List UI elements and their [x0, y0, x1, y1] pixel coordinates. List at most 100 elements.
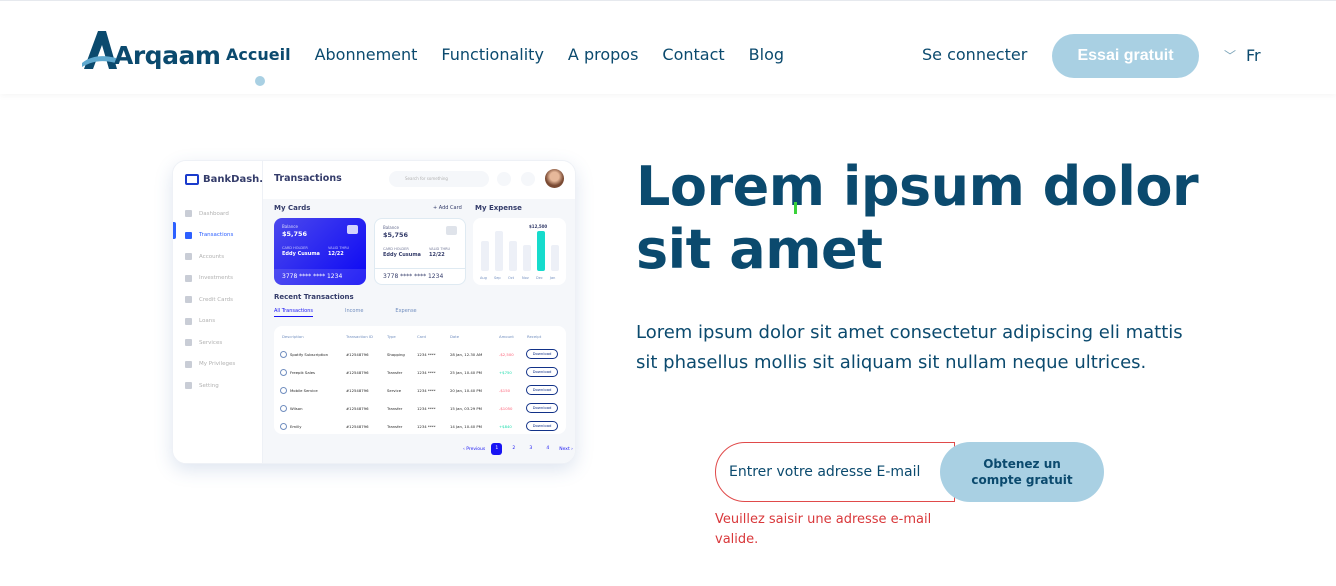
cell-date: 20 Jan, 10.40 PM — [450, 388, 482, 393]
cell-type: Transfer — [387, 406, 403, 411]
transaction-icon — [280, 423, 287, 430]
cell-type: Transfer — [387, 424, 403, 429]
dashboard-sidebar: BankDash. Dashboard Transactions Account… — [173, 161, 263, 463]
table-row: Emilly #12548796 Transfer 1234 **** 14 Jan, … — [274, 418, 566, 436]
table-row: Mobile Service #12548796 Service 1234 **** 2… — [274, 382, 566, 400]
table-row: Freepik Sales #12548796 Transfer 1234 **** 2… — [274, 364, 566, 382]
tab-income: Income — [345, 308, 364, 314]
download-receipt: Download — [526, 367, 558, 377]
dashboard-title: Transactions — [274, 173, 342, 184]
card-thru: 12/22 — [429, 252, 445, 258]
login-link[interactable]: Se connecter — [922, 43, 1027, 67]
dashboard-illustration: BankDash. Dashboard Transactions Account… — [172, 160, 576, 464]
expense-month-label: Dec — [536, 276, 543, 280]
tools-icon — [185, 339, 192, 347]
pager-page: 3 — [529, 446, 533, 451]
expense-bar — [523, 245, 531, 271]
signup-form: Obtenez un compte gratuit — [715, 442, 1104, 502]
dashboard-menu-item: Dashboard — [185, 203, 235, 225]
nav-item-accueil[interactable]: Accueil — [226, 43, 291, 67]
active-menu-bar — [173, 222, 176, 239]
pager-page: 2 — [512, 446, 516, 451]
site-header: Arqaam Accueil Abonnement Functionality … — [0, 0, 1336, 94]
cell-id: #12548796 — [346, 388, 369, 393]
download-receipt: Download — [526, 349, 558, 359]
card-number: 3778 **** **** 1234 — [274, 269, 366, 285]
cell-type: Service — [387, 388, 402, 393]
dashboard-search: Search for something — [389, 171, 489, 187]
nav-item-blog[interactable]: Blog — [749, 43, 784, 67]
expense-bar — [537, 231, 545, 271]
dashboard-main: Transactions Search for something My Car… — [263, 161, 575, 463]
nav-item-a-propos[interactable]: A propos — [568, 43, 638, 67]
active-nav-indicator — [255, 76, 265, 86]
card-holder-label: CARD HOLDER — [282, 246, 308, 250]
expense-bar — [495, 231, 503, 271]
card-balance-label: Balance — [282, 224, 298, 229]
dashboard-brand: BankDash. — [185, 174, 263, 185]
chip-icon — [347, 225, 358, 234]
nav-item-functionality[interactable]: Functionality — [441, 43, 544, 67]
pager-previous: ‹ Previous — [463, 446, 486, 452]
cell-date: 28 Jan, 12.30 AM — [450, 352, 483, 357]
dashboard-menu-item: Accounts — [185, 246, 235, 268]
card-holder: Eddy Cusuma — [282, 251, 320, 257]
gear-icon — [185, 382, 192, 390]
dashboard-menu-item: Services — [185, 332, 235, 354]
expense-month-label: Oct — [508, 276, 515, 280]
cell-date: 14 Jan, 10.40 PM — [450, 424, 482, 429]
transaction-icon — [280, 369, 287, 376]
cell-card: 1234 **** — [417, 352, 436, 357]
expense-bar — [481, 241, 489, 271]
brand-logo[interactable]: Arqaam — [82, 23, 221, 71]
cell-desc: Wilson — [290, 406, 303, 411]
add-card-label: + Add Card — [433, 205, 462, 211]
transaction-icon — [280, 387, 287, 394]
dashboard-menu-item: Transactions — [185, 225, 235, 247]
card-thru-label: VALID THRU — [328, 246, 350, 250]
cell-card: 1234 **** — [417, 370, 436, 375]
text-cursor — [794, 202, 797, 214]
card-number: 3778 **** **** 1234 — [375, 268, 465, 284]
expense-month-label: Aug — [480, 276, 487, 280]
pager-page: 4 — [546, 446, 550, 451]
cell-desc: Emilly — [290, 424, 302, 429]
cell-card: 1234 **** — [417, 424, 436, 429]
table-header-row: Description Transaction ID Type Card Dat… — [282, 334, 542, 339]
email-input[interactable] — [715, 442, 955, 502]
hero-subtitle: Lorem ipsum dolor sit amet consectetur a… — [636, 322, 1183, 373]
settings-icon — [497, 172, 511, 186]
logo-mark-icon — [82, 31, 117, 69]
transactions-table: Description Transaction ID Type Card Dat… — [274, 326, 566, 434]
my-expense-label: My Expense — [475, 204, 522, 212]
brand-name: Arqaam — [114, 41, 221, 70]
expense-month-label: Nov — [522, 276, 529, 280]
nav-item-abonnement[interactable]: Abonnement — [315, 43, 418, 67]
tab-expense: Expense — [395, 308, 417, 314]
credit-card: Balance $5,756 CARD HOLDER Eddy Cusuma V… — [274, 218, 366, 285]
dashboard-menu-item: Credit Cards — [185, 289, 235, 311]
card-balance: $5,756 — [383, 231, 409, 239]
dashboard-menu-item: My Privileges — [185, 354, 235, 376]
dashboard-menu: Dashboard Transactions Accounts Investme… — [185, 203, 235, 397]
transaction-icon — [280, 405, 287, 412]
expense-bar — [551, 245, 559, 271]
free-trial-button[interactable]: Essai gratuit — [1052, 34, 1199, 78]
table-row: Spotify Subscription #12548796 Shopping 123… — [274, 346, 566, 364]
cell-desc: Spotify Subscription — [290, 352, 329, 357]
language-selector[interactable]: ﹀ Fr — [1224, 46, 1261, 65]
get-free-account-button[interactable]: Obtenez un compte gratuit — [940, 442, 1104, 502]
my-cards-label: My Cards — [274, 204, 311, 212]
cell-amount: +$840 — [499, 424, 512, 429]
card-balance-label: Balance — [383, 225, 399, 230]
expense-mini-chart: $12,500 Aug Sep Oct Nov Dec Jan — [473, 218, 566, 285]
dashboard-menu-item: Setting — [185, 375, 235, 397]
expense-value-label: $12,500 — [529, 224, 548, 229]
cell-id: #12548796 — [346, 406, 369, 411]
loan-icon — [185, 317, 192, 325]
cell-amount: -$150 — [499, 388, 511, 393]
cell-desc: Mobile Service — [290, 388, 318, 393]
privilege-icon — [185, 360, 192, 368]
cell-amount: +$750 — [499, 370, 512, 375]
nav-item-contact[interactable]: Contact — [662, 43, 724, 67]
